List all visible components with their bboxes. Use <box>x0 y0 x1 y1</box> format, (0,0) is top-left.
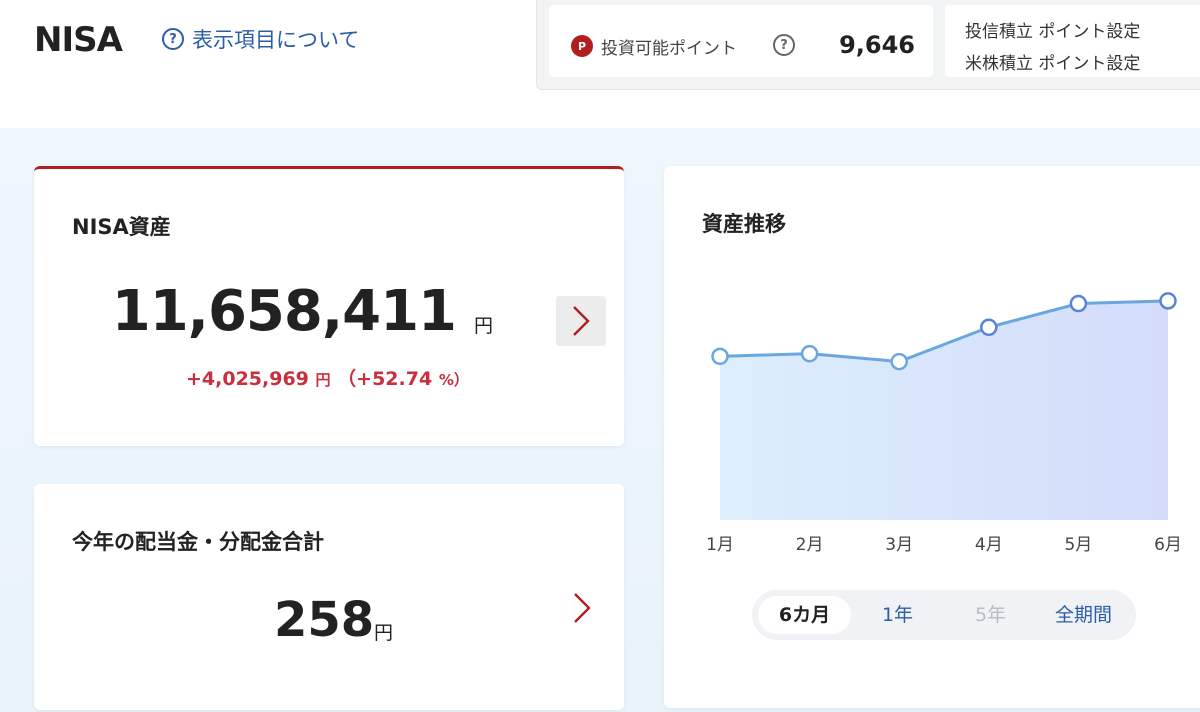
points-value: 9,646 <box>839 31 915 59</box>
x-tick-label-5: 6月 <box>1154 535 1182 555</box>
x-tick-label-3: 4月 <box>975 535 1003 555</box>
chart-point-4[interactable] <box>1069 294 1088 313</box>
period-tab-3[interactable]: 全期間 <box>1037 596 1130 634</box>
asset-detail-button[interactable] <box>556 296 606 346</box>
chart-point-5[interactable] <box>1159 292 1177 310</box>
chart-area <box>720 300 1168 520</box>
dividend-card: 今年の配当金・分配金合計 258 円 <box>34 484 624 710</box>
page-title: NISA <box>34 20 123 60</box>
asset-card-title: NISA資産 <box>72 215 171 239</box>
investable-points-box: P 投資可能ポイント ? 9,646 <box>549 5 933 77</box>
question-icon: ? <box>162 28 184 50</box>
period-tabs: 6カ月 1年 5年 全期間 <box>752 590 1136 640</box>
chevron-right-icon <box>574 593 591 623</box>
change-amount: +4,025,969 <box>186 368 309 390</box>
points-label: 投資可能ポイント <box>601 39 737 59</box>
x-tick-label-4: 5月 <box>1064 535 1092 555</box>
period-tab-1[interactable]: 1年 <box>851 596 944 634</box>
dividend-unit: 円 <box>374 622 394 644</box>
us-stock-point-setting-link[interactable]: 米株積立 ポイント設定 <box>965 49 1140 74</box>
x-tick-label-2: 3月 <box>885 535 913 555</box>
period-tab-0[interactable]: 6カ月 <box>758 596 851 634</box>
points-help-icon[interactable]: ? <box>773 34 795 56</box>
change-unit: 円 <box>315 371 331 389</box>
x-tick-label-0: 1月 <box>706 535 734 555</box>
dividend-detail-button[interactable] <box>568 588 598 628</box>
chevron-right-icon <box>573 306 590 336</box>
change-percent-unit: %） <box>438 371 469 389</box>
period-tab-2: 5年 <box>974 604 1007 626</box>
asset-unit: 円 <box>474 315 494 337</box>
asset-trend-card: 資産推移 1月 2月 3月 4月 5月 6月 6カ月 1年 5年 全期間 <box>664 166 1200 708</box>
chart-point-0[interactable] <box>711 347 729 366</box>
fund-point-setting-link[interactable]: 投信積立 ポイント設定 <box>965 17 1140 42</box>
points-panel: P 投資可能ポイント ? 9,646 投信積立 ポイント設定 米株積立 ポイント… <box>536 0 1200 90</box>
change-percent: （+52.74 <box>337 368 433 390</box>
asset-value: 11,658,411 <box>111 279 457 344</box>
help-link-label: 表示項目について <box>192 28 360 52</box>
point-settings-box: 投信積立 ポイント設定 米株積立 ポイント設定 <box>945 5 1200 77</box>
dividend-value: 258 <box>274 592 375 648</box>
x-tick-label-1: 2月 <box>796 535 824 555</box>
content-area: NISA資産 11,658,411 円 +4,025,969 円 （+52.74… <box>0 128 1200 712</box>
chart-point-3[interactable] <box>980 318 998 337</box>
header: NISA ? 表示項目について P 投資可能ポイント ? 9,646 投信積立 … <box>0 0 1200 128</box>
point-badge-icon: P <box>571 35 593 57</box>
chart-point-2[interactable] <box>890 352 908 371</box>
nisa-asset-card: NISA資産 11,658,411 円 +4,025,969 円 （+52.74… <box>34 166 624 446</box>
chart-point-1[interactable] <box>800 344 819 363</box>
asset-change: +4,025,969 円 （+52.74 %） <box>186 364 469 391</box>
display-items-help-link[interactable]: ? 表示項目について <box>162 24 359 54</box>
dividend-card-title: 今年の配当金・分配金合計 <box>72 530 324 554</box>
asset-trend-chart: 1月 2月 3月 4月 5月 6月 <box>706 292 1182 555</box>
